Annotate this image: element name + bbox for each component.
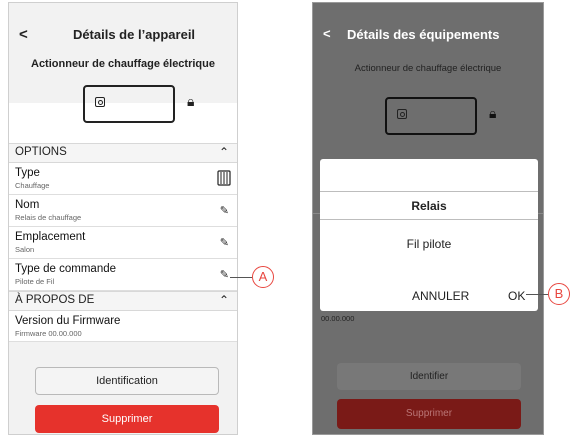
- row-title: Nom: [15, 199, 40, 211]
- options-section-header[interactable]: OPTIONS ⌃: [9, 143, 237, 163]
- row-title: Type de commande: [15, 263, 117, 275]
- device-subtitle: Actionneur de chauffage électrique: [354, 63, 502, 74]
- delete-button[interactable]: Supprimer: [35, 405, 219, 433]
- row-location[interactable]: Emplacement Salon ✎: [9, 227, 237, 259]
- dialog-divider: [320, 191, 538, 192]
- camera-icon: [397, 109, 407, 119]
- page-title: Détails des équipements: [347, 27, 500, 42]
- callout-a: A: [252, 266, 274, 288]
- device-image-box: [83, 85, 175, 123]
- row-title: Type: [15, 167, 40, 179]
- dialog-option-relais[interactable]: Relais: [320, 199, 538, 213]
- row-type[interactable]: Type Chauffage: [9, 163, 237, 195]
- delete-button[interactable]: Supprimer: [337, 399, 521, 429]
- chevron-up-icon[interactable]: ⌃: [219, 293, 229, 307]
- back-button[interactable]: <: [19, 26, 28, 43]
- lock-icon[interactable]: 🔒︎: [489, 105, 496, 122]
- device-header: < Détails de l’appareil Actionneur de ch…: [9, 3, 237, 123]
- firmware-title: Version du Firmware: [15, 315, 121, 327]
- pencil-icon[interactable]: ✎: [220, 236, 229, 249]
- row-firmware: Version du Firmware Firmware 00.00.000: [9, 311, 237, 342]
- row-subtitle: Relais de chauffage: [15, 213, 82, 222]
- row-subtitle: Salon: [15, 245, 35, 254]
- device-subtitle: Actionneur de chauffage électrique: [31, 58, 215, 70]
- chevron-up-icon[interactable]: ⌃: [219, 145, 229, 159]
- ok-button[interactable]: OK: [508, 289, 525, 303]
- page-title: Détails de l’appareil: [72, 27, 196, 42]
- callout-a-line: [230, 277, 252, 278]
- pencil-icon[interactable]: ✎: [220, 204, 229, 217]
- dialog-divider: [320, 219, 538, 220]
- cancel-button[interactable]: ANNULER: [412, 289, 469, 303]
- lock-icon[interactable]: 🔒︎: [187, 93, 194, 110]
- row-title: Emplacement: [15, 231, 86, 243]
- identify-button[interactable]: Identifier: [337, 363, 521, 390]
- camera-icon: [95, 97, 105, 107]
- back-button[interactable]: <: [323, 26, 331, 41]
- row-name[interactable]: Nom Relais de chauffage ✎: [9, 195, 237, 227]
- firmware-partial: 00.00.000: [321, 314, 355, 323]
- about-section-header[interactable]: À PROPOS DE ⌃: [9, 291, 237, 311]
- firmware-value: Firmware 00.00.000: [15, 329, 82, 338]
- about-label: À PROPOS DE: [15, 294, 95, 306]
- row-subtitle: Chauffage: [15, 181, 50, 190]
- row-control-type[interactable]: Type de commande Pilote de Fil ✎: [9, 259, 237, 291]
- pencil-icon[interactable]: ✎: [220, 268, 229, 281]
- identify-button[interactable]: Identification: [35, 367, 219, 395]
- left-screen: < Détails de l’appareil Actionneur de ch…: [8, 2, 238, 435]
- device-image-box: [385, 97, 477, 135]
- callout-b-line: [526, 294, 548, 295]
- callout-b: B: [548, 283, 570, 305]
- radiator-icon: [217, 170, 231, 186]
- control-type-dialog: Relais Fil pilote ANNULER OK: [320, 159, 538, 311]
- row-subtitle: Pilote de Fil: [15, 277, 55, 286]
- options-label: OPTIONS: [15, 146, 67, 158]
- dialog-option-fil-pilote[interactable]: Fil pilote: [320, 237, 538, 251]
- right-screen: < Détails des équipements Actionneur de …: [312, 2, 544, 435]
